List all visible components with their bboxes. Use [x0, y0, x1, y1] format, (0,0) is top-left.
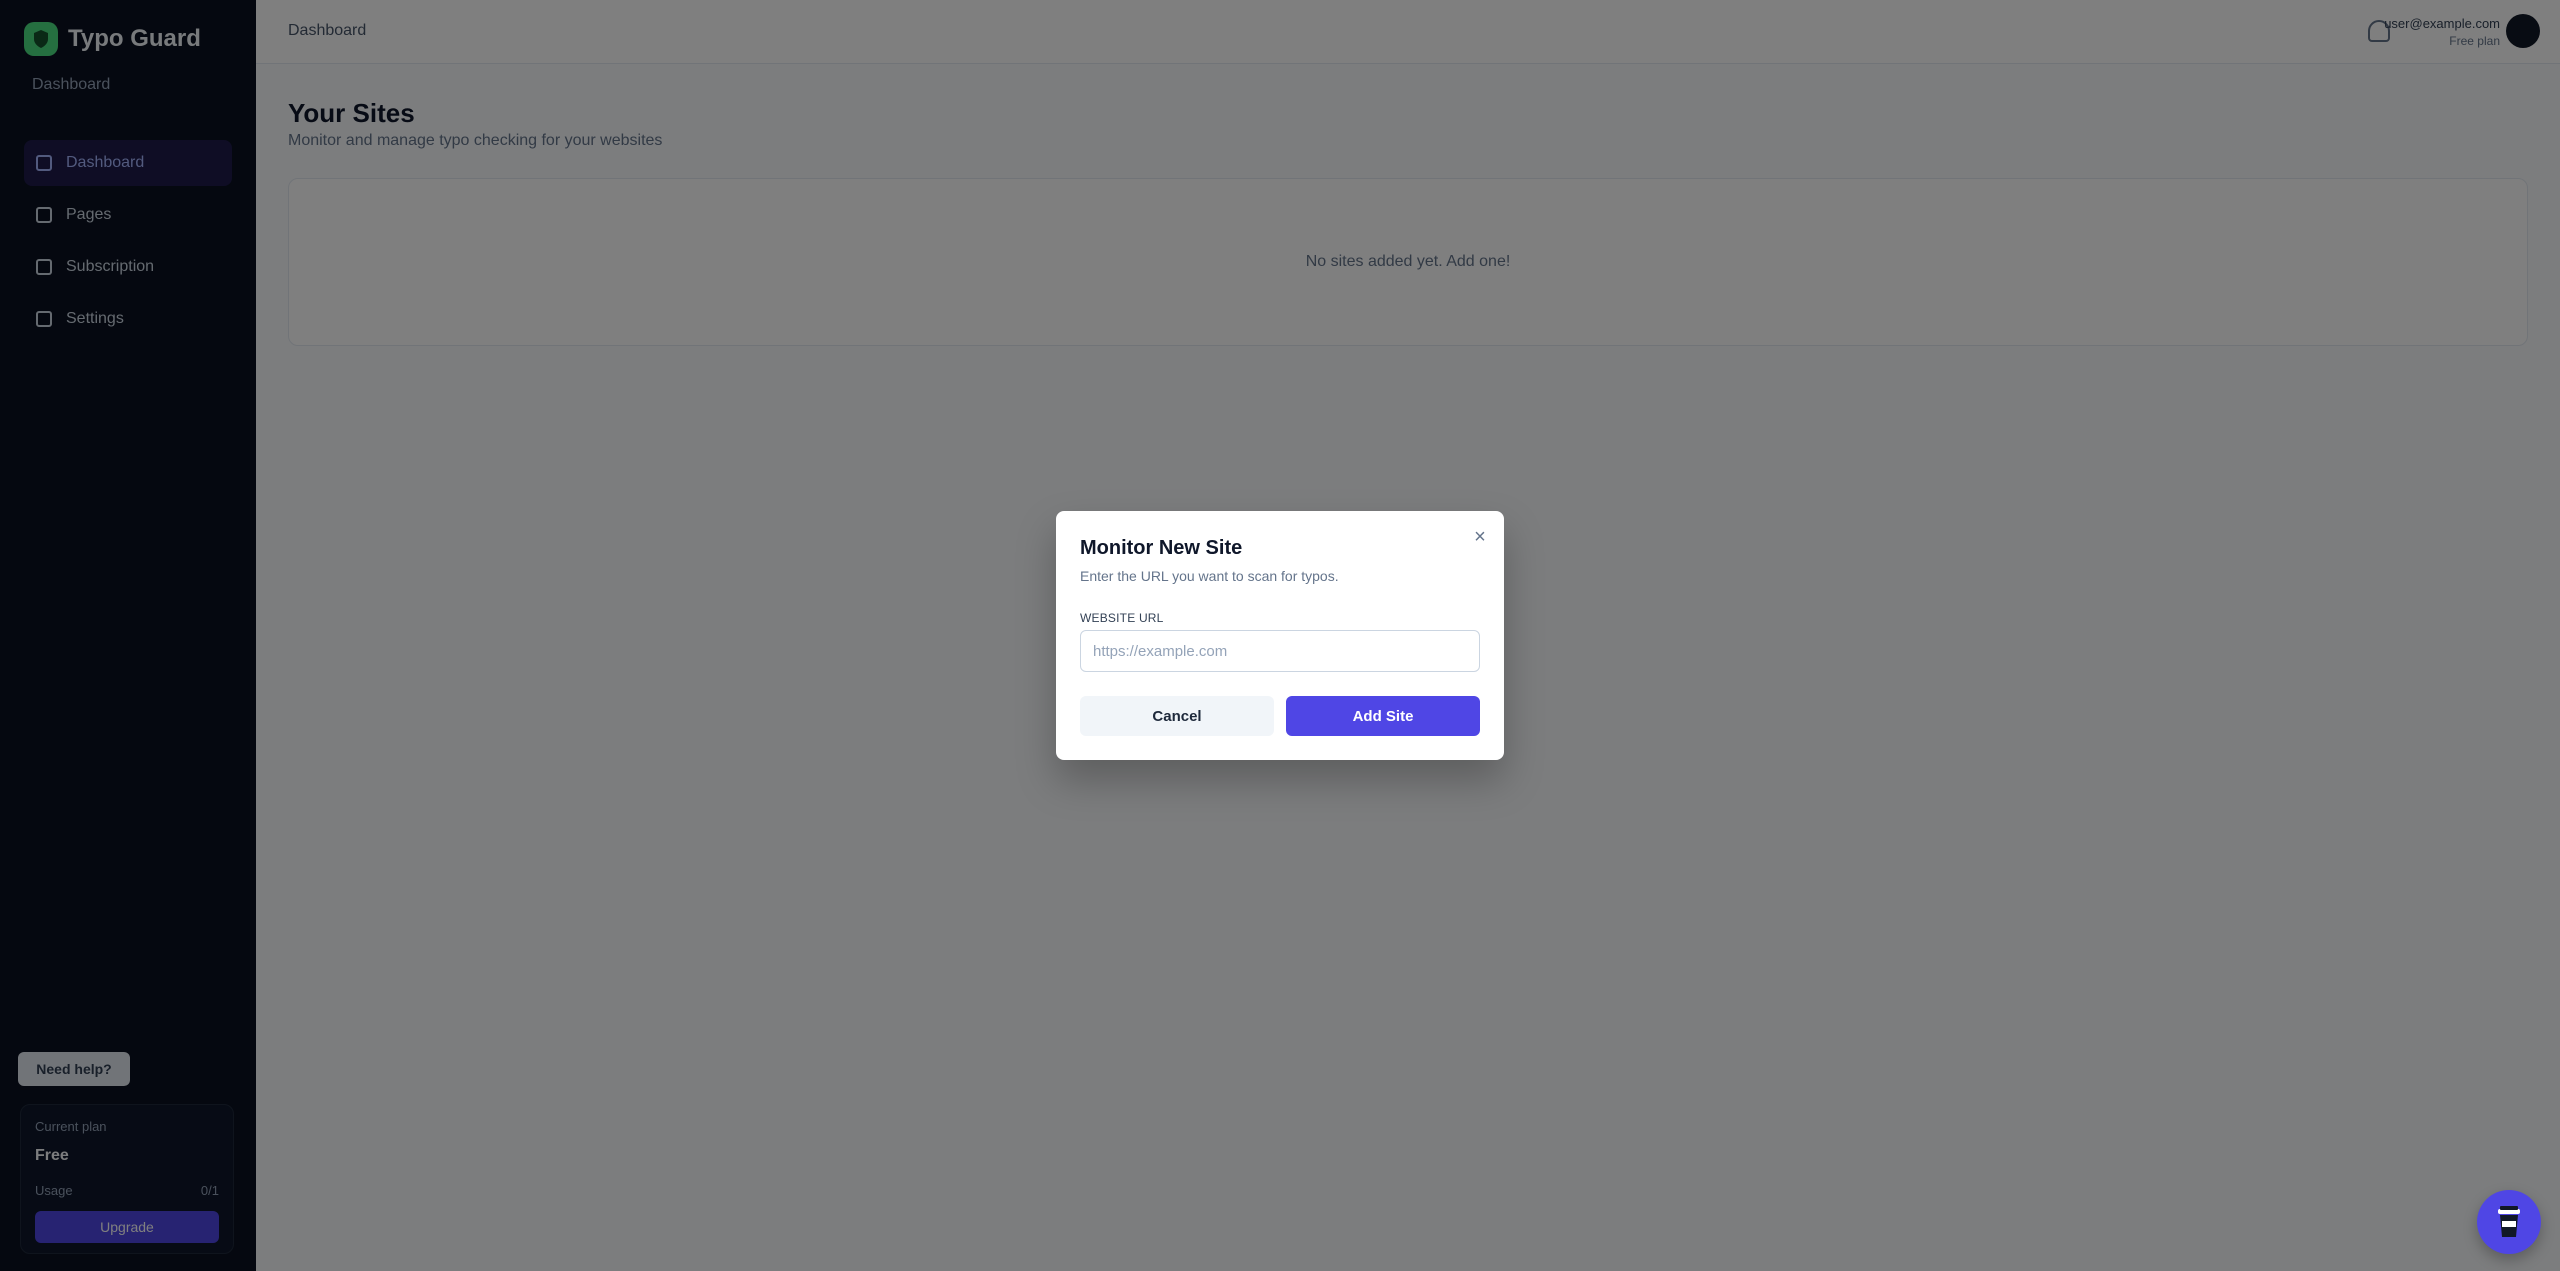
dialog-description: Enter the URL you want to scan for typos…	[1080, 568, 1339, 584]
dialog-title: Monitor New Site	[1080, 537, 1243, 559]
add-site-button[interactable]: Add Site	[1286, 696, 1480, 736]
monitor-site-dialog: × Monitor New Site Enter the URL you wan…	[1056, 511, 1504, 760]
website-url-label: WEBSITE URL	[1080, 611, 1164, 625]
website-url-input[interactable]	[1080, 630, 1480, 672]
coffee-cup-button[interactable]	[2477, 1190, 2541, 1254]
coffee-cup-icon	[2498, 1206, 2520, 1237]
cancel-button[interactable]: Cancel	[1080, 696, 1274, 736]
close-icon[interactable]: ×	[1470, 527, 1490, 547]
